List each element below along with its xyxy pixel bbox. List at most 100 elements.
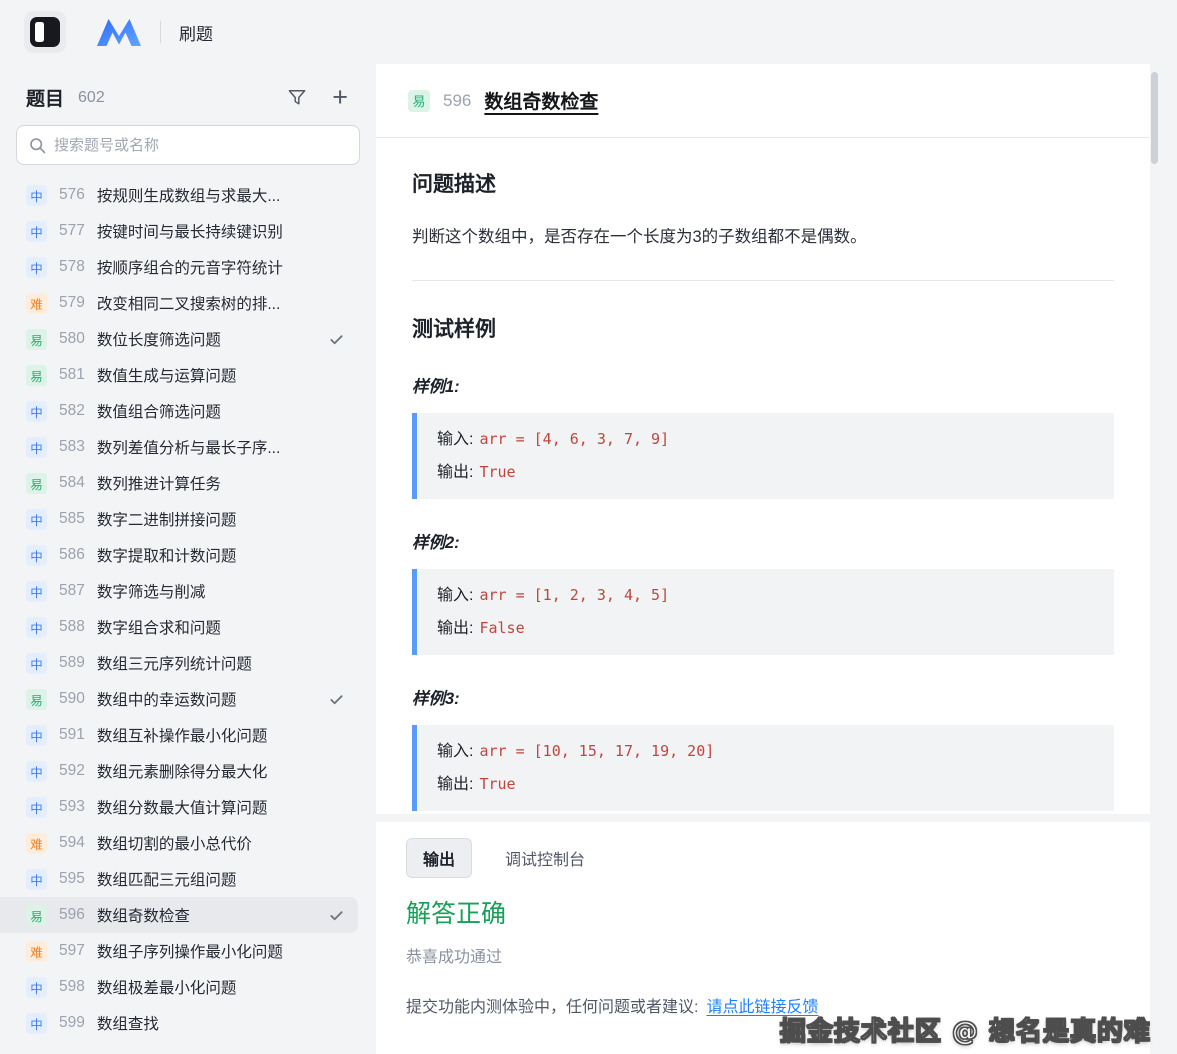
difficulty-badge: 中 — [26, 401, 47, 422]
output-line: 输出: False — [437, 612, 1094, 645]
problem-name: 改变相同二叉搜索树的排... — [97, 292, 321, 314]
difficulty-badge: 易 — [26, 905, 47, 926]
problem-name: 数组极差最小化问题 — [97, 976, 321, 998]
difficulty-badge: 中 — [26, 725, 47, 746]
output-tabs: 输出 调试控制台 — [406, 838, 1120, 878]
problem-number: 580 — [59, 330, 85, 348]
samples-heading: 测试样例 — [412, 313, 1114, 343]
problem-list-item[interactable]: 中 595 数组匹配三元组问题 — [0, 861, 358, 897]
problem-list-item[interactable]: 中 592 数组元素删除得分最大化 — [0, 753, 358, 789]
sample-code-block: 输入:arr = [4, 6, 3, 7, 9] 输出:True — [412, 413, 1114, 499]
problem-list-item[interactable]: 中 599 数组查找 — [0, 1005, 358, 1041]
problem-list-item[interactable]: 中 598 数组极差最小化问题 — [0, 969, 358, 1005]
input-label: 输入: — [437, 431, 473, 448]
problem-list-item[interactable]: 难 594 数组切割的最小总代价 — [0, 825, 358, 861]
output-value: False — [479, 619, 524, 637]
problem-list-item[interactable]: 中 582 数值组合筛选问题 — [0, 393, 358, 429]
problem-name: 按键时间与最长持续键识别 — [97, 220, 321, 242]
problem-name: 数值组合筛选问题 — [97, 400, 321, 422]
problem-list-item[interactable]: 难 579 改变相同二叉搜索树的排... — [0, 285, 358, 321]
sample-block: 样例3: 输入:arr = [10, 15, 17, 19, 20] 输出:Tr… — [412, 685, 1114, 811]
output-value: True — [479, 463, 515, 481]
problem-name: 数组互补操作最小化问题 — [97, 724, 321, 746]
problem-name: 数组分数最大值计算问题 — [97, 796, 321, 818]
result-subtext: 恭喜成功通过 — [406, 943, 1120, 967]
scrollbar-thumb[interactable] — [1151, 72, 1158, 164]
app-logo[interactable] — [96, 17, 142, 47]
output-tab[interactable]: 调试控制台 — [488, 838, 602, 878]
sample-label: 样例2: — [412, 529, 1114, 553]
problem-number: 593 — [59, 798, 85, 816]
topbar-divider — [160, 21, 161, 43]
problem-number: 585 — [59, 510, 85, 528]
problem-number: 578 — [59, 258, 85, 276]
problem-list-item[interactable]: 中 586 数字提取和计数问题 — [0, 537, 358, 573]
problem-list-item[interactable]: 中 576 按规则生成数组与求最大... — [0, 177, 358, 213]
difficulty-badge: 中 — [26, 509, 47, 530]
problem-number: 592 — [59, 762, 85, 780]
problem-list-item[interactable]: 易 590 数组中的幸运数问题 — [0, 681, 358, 717]
difficulty-badge: 中 — [26, 257, 47, 278]
problem-number: 591 — [59, 726, 85, 744]
problem-number: 579 — [59, 294, 85, 312]
output-tab[interactable]: 输出 — [406, 838, 472, 878]
problem-name: 数字提取和计数问题 — [97, 544, 321, 566]
problem-list-item[interactable]: 中 577 按键时间与最长持续键识别 — [0, 213, 358, 249]
difficulty-badge: 中 — [26, 1013, 47, 1034]
problem-list: 中 576 按规则生成数组与求最大... 中 577 按键时间与最长持续键识别 — [0, 177, 376, 1041]
tab-label: 输出 — [423, 852, 455, 869]
section-divider — [412, 280, 1114, 281]
problem-list-item[interactable]: 难 597 数组子序列操作最小化问题 — [0, 933, 358, 969]
problem-name: 数组查找 — [97, 1012, 321, 1034]
problem-number: 581 — [59, 366, 85, 384]
input-label: 输入: — [437, 743, 473, 760]
problem-list-item[interactable]: 易 596 数组奇数检查 — [0, 897, 358, 933]
problem-number: 589 — [59, 654, 85, 672]
problem-list-item[interactable]: 中 591 数组互补操作最小化问题 — [0, 717, 358, 753]
page-title: 数组奇数检查 — [484, 87, 598, 114]
search-input[interactable] — [54, 137, 347, 154]
problem-list-item[interactable]: 中 589 数组三元序列统计问题 — [0, 645, 358, 681]
problem-list-item[interactable]: 中 593 数组分数最大值计算问题 — [0, 789, 358, 825]
filter-button[interactable] — [288, 89, 306, 106]
difficulty-badge: 中 — [26, 797, 47, 818]
problem-name: 数组子序列操作最小化问题 — [97, 940, 321, 962]
difficulty-badge: 中 — [26, 581, 47, 602]
problem-list-item[interactable]: 易 580 数位长度筛选问题 — [0, 321, 358, 357]
problem-number: 599 — [59, 1014, 85, 1032]
output-label: 输出: — [437, 776, 473, 793]
sample-label: 样例3: — [412, 685, 1114, 709]
problem-list-item[interactable]: 中 585 数字二进制拼接问题 — [0, 501, 358, 537]
problem-name: 数列推进计算任务 — [97, 472, 321, 494]
problem-name: 数组元素删除得分最大化 — [97, 760, 321, 782]
sample-block: 样例2: 输入:arr = [1, 2, 3, 4, 5] 输出:False — [412, 529, 1114, 655]
problem-list-item[interactable]: 中 578 按顺序组合的元音字符统计 — [0, 249, 358, 285]
problem-number: 587 — [59, 582, 85, 600]
problem-list-item[interactable]: 中 583 数列差值分析与最长子序... — [0, 429, 358, 465]
problem-list-item[interactable]: 易 584 数列推进计算任务 — [0, 465, 358, 501]
problem-name: 数组三元序列统计问题 — [97, 652, 321, 674]
problem-header: 易 596 数组奇数检查 — [376, 64, 1150, 138]
problem-list-item[interactable]: 中 588 数字组合求和问题 — [0, 609, 358, 645]
check-icon — [329, 692, 344, 707]
output-label: 输出: — [437, 620, 473, 637]
difficulty-badge: 难 — [26, 293, 47, 314]
problem-name: 数组奇数检查 — [97, 904, 321, 926]
add-button[interactable]: + — [332, 84, 348, 111]
problem-number: 590 — [59, 690, 85, 708]
problem-name: 数组切割的最小总代价 — [97, 832, 321, 854]
panel-left-icon — [30, 17, 60, 47]
problem-list-item[interactable]: 中 587 数字筛选与削减 — [0, 573, 358, 609]
difficulty-badge: 中 — [26, 761, 47, 782]
input-label: 输入: — [437, 587, 473, 604]
description-text: 判断这个数组中，是否存在一个长度为3的子数组都不是偶数。 — [412, 224, 1114, 250]
input-value: arr = [4, 6, 3, 7, 9] — [479, 430, 669, 448]
problem-list-item[interactable]: 易 581 数值生成与运算问题 — [0, 357, 358, 393]
difficulty-badge: 中 — [26, 185, 47, 206]
problem-name: 数字筛选与削减 — [97, 580, 321, 602]
problem-name: 数字组合求和问题 — [97, 616, 321, 638]
sidebar-toggle-button[interactable] — [24, 11, 66, 53]
sidebar-header: 题目 602 + — [26, 84, 348, 111]
difficulty-badge: 中 — [26, 869, 47, 890]
problem-name: 数列差值分析与最长子序... — [97, 436, 321, 458]
